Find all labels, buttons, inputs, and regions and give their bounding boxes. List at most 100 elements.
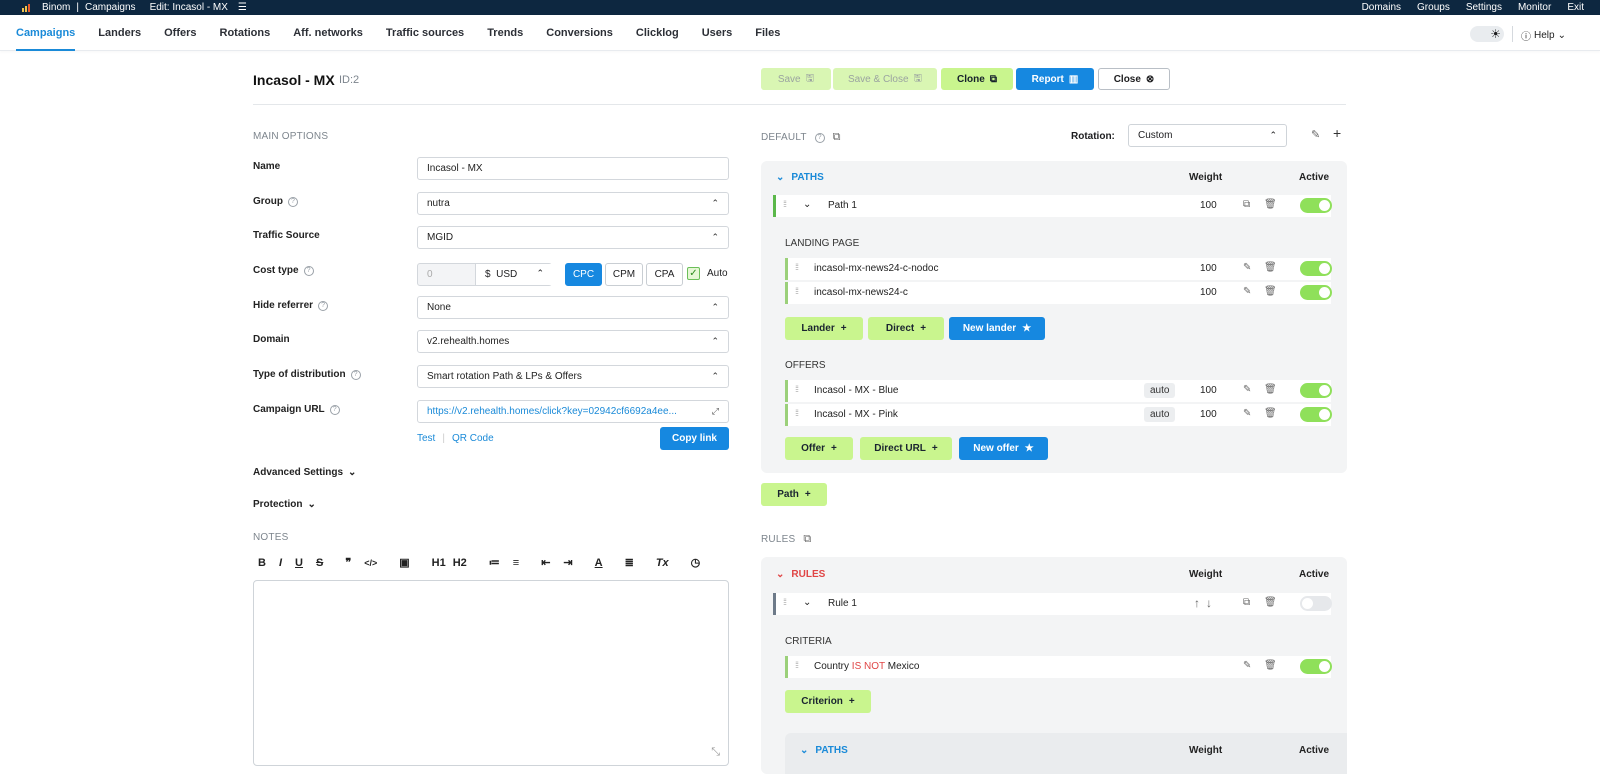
test-link[interactable]: Test bbox=[417, 433, 435, 444]
top-link-domains[interactable]: Domains bbox=[1362, 2, 1401, 13]
text-color-icon[interactable]: A bbox=[595, 557, 603, 569]
tab-trends[interactable]: Trends bbox=[487, 15, 523, 51]
report-button[interactable]: Report ▥ bbox=[1016, 68, 1094, 90]
resize-icon[interactable]: ⤡ bbox=[711, 746, 720, 759]
top-link-exit[interactable]: Exit bbox=[1567, 2, 1584, 13]
strikethrough-icon[interactable]: S bbox=[316, 557, 323, 569]
new-offer-button[interactable]: New offer ★ bbox=[959, 437, 1048, 460]
tab-offers[interactable]: Offers bbox=[164, 15, 196, 51]
notes-editor[interactable]: ⤡ bbox=[253, 580, 729, 766]
traffic-source-select[interactable]: MGID ⌃ bbox=[417, 226, 729, 249]
domain-select[interactable]: v2.rehealth.homes ⌃ bbox=[417, 330, 729, 353]
tab-conversions[interactable]: Conversions bbox=[546, 15, 613, 51]
cpc-option[interactable]: CPC bbox=[565, 263, 602, 286]
ordered-list-icon[interactable]: ≔ bbox=[489, 556, 500, 569]
rule-active-toggle[interactable] bbox=[1300, 596, 1332, 611]
indent-icon[interactable]: ⇥ bbox=[563, 556, 572, 569]
close-button[interactable]: Close ⊗ bbox=[1098, 68, 1170, 90]
underline-icon[interactable]: U bbox=[295, 557, 303, 569]
copy-link-button[interactable]: Copy link bbox=[660, 427, 729, 450]
criterion-row[interactable]: ⁞⁞ Country IS NOT Mexico ✎ 🗑 bbox=[785, 656, 1332, 678]
add-icon[interactable]: + bbox=[1333, 125, 1341, 141]
quote-icon[interactable]: ❞ bbox=[345, 556, 351, 569]
cost-input[interactable]: 0 bbox=[427, 269, 433, 280]
trash-icon[interactable]: 🗑 bbox=[1264, 597, 1277, 608]
edit-icon[interactable]: ✎ bbox=[1243, 660, 1251, 671]
name-input[interactable]: Incasol - MX bbox=[417, 157, 729, 180]
arrow-down-icon[interactable]: ↓ bbox=[1206, 596, 1212, 610]
drag-handle-icon[interactable]: ⁞⁞ bbox=[783, 199, 787, 209]
list-icon[interactable]: ☰ bbox=[238, 2, 247, 13]
offer-active-toggle[interactable] bbox=[1300, 383, 1332, 398]
copy-icon[interactable]: ⧉ bbox=[1243, 597, 1250, 608]
paths-heading[interactable]: ⌄ PATHS bbox=[776, 172, 824, 183]
trash-icon[interactable]: 🗑 bbox=[1264, 660, 1277, 671]
top-link-groups[interactable]: Groups bbox=[1417, 2, 1450, 13]
tab-clicklog[interactable]: Clicklog bbox=[636, 15, 679, 51]
chevron-down-icon[interactable]: ⌄ bbox=[803, 199, 811, 210]
app-name[interactable]: Binom bbox=[42, 2, 70, 13]
group-select[interactable]: nutra ⌃ bbox=[417, 192, 729, 215]
help-menu[interactable]: ⓘ Help ⌄ bbox=[1521, 28, 1566, 43]
tab-rotations[interactable]: Rotations bbox=[220, 15, 271, 51]
offer-row[interactable]: ⁞⁞ Incasol - MX - Pink auto 100 ✎ 🗑 bbox=[785, 404, 1332, 426]
clock-icon[interactable]: ◷ bbox=[691, 556, 701, 569]
tab-users[interactable]: Users bbox=[702, 15, 733, 51]
path-row[interactable]: ⁞⁞ ⌄ Path 1 100 ⧉ 🗑 bbox=[773, 195, 1332, 217]
lander-active-toggle[interactable] bbox=[1300, 285, 1332, 300]
tab-files[interactable]: Files bbox=[755, 15, 780, 51]
breadcrumb-campaigns[interactable]: Campaigns bbox=[85, 2, 136, 13]
lander-row[interactable]: ⁞⁞ incasol-mx-news24-c-nodoc 100 ✎ 🗑 bbox=[785, 258, 1332, 280]
qr-code-link[interactable]: QR Code bbox=[452, 433, 494, 444]
drag-handle-icon[interactable]: ⁞⁞ bbox=[795, 408, 799, 418]
edit-icon[interactable]: ✎ bbox=[1243, 262, 1251, 273]
tab-landers[interactable]: Landers bbox=[98, 15, 141, 51]
arrow-up-icon[interactable]: ↑ bbox=[1194, 596, 1200, 610]
save-button[interactable]: Save 🖫 bbox=[761, 68, 831, 90]
drag-handle-icon[interactable]: ⁞⁞ bbox=[795, 384, 799, 394]
distribution-select[interactable]: Smart rotation Path & LPs & Offers ⌃ bbox=[417, 365, 729, 388]
add-direct-button[interactable]: Direct + bbox=[868, 317, 944, 340]
save-close-button[interactable]: Save & Close 🖫 bbox=[833, 68, 937, 90]
align-icon[interactable]: ≣ bbox=[625, 556, 634, 569]
advanced-settings-toggle[interactable]: Advanced Settings ⌄ bbox=[253, 467, 356, 478]
offer-row[interactable]: ⁞⁞ Incasol - MX - Blue auto 100 ✎ 🗑 bbox=[785, 380, 1332, 402]
edit-icon[interactable]: ✎ bbox=[1311, 128, 1320, 141]
rule-paths-heading[interactable]: ⌄ PATHS bbox=[800, 745, 848, 756]
top-link-monitor[interactable]: Monitor bbox=[1518, 2, 1551, 13]
protection-toggle[interactable]: Protection ⌄ bbox=[253, 499, 316, 510]
clear-format-icon[interactable]: Tx bbox=[656, 557, 669, 569]
drag-handle-icon[interactable]: ⁞⁞ bbox=[795, 286, 799, 296]
rotation-select[interactable]: Custom ⌃ bbox=[1128, 124, 1287, 147]
add-offer-button[interactable]: Offer + bbox=[785, 437, 853, 460]
edit-icon[interactable]: ✎ bbox=[1243, 286, 1251, 297]
outdent-icon[interactable]: ⇤ bbox=[541, 556, 550, 569]
image-icon[interactable]: ▣ bbox=[399, 556, 409, 569]
path-active-toggle[interactable] bbox=[1300, 198, 1332, 213]
trash-icon[interactable]: 🗑 bbox=[1264, 408, 1277, 419]
lander-active-toggle[interactable] bbox=[1300, 261, 1332, 276]
trash-icon[interactable]: 🗑 bbox=[1264, 262, 1277, 273]
add-lander-button[interactable]: Lander + bbox=[785, 317, 863, 340]
trash-icon[interactable]: 🗑 bbox=[1264, 199, 1277, 210]
drag-handle-icon[interactable]: ⁞⁞ bbox=[783, 597, 787, 607]
new-lander-button[interactable]: New lander ★ bbox=[949, 317, 1045, 340]
drag-handle-icon[interactable]: ⁞⁞ bbox=[795, 660, 799, 670]
heading2-icon[interactable]: H2 bbox=[453, 557, 467, 569]
offer-active-toggle[interactable] bbox=[1300, 407, 1332, 422]
rule-row[interactable]: ⁞⁞ ⌄ Rule 1 ↑ ↓ ⧉ 🗑 bbox=[773, 593, 1332, 615]
trash-icon[interactable]: 🗑 bbox=[1264, 286, 1277, 297]
cost-field[interactable]: 0 $ USD ⌃ bbox=[417, 263, 552, 286]
heading1-icon[interactable]: H1 bbox=[432, 557, 446, 569]
add-direct-url-button[interactable]: Direct URL + bbox=[860, 437, 952, 460]
tab-aff-networks[interactable]: Aff. networks bbox=[293, 15, 363, 51]
tab-traffic-sources[interactable]: Traffic sources bbox=[386, 15, 464, 51]
bold-icon[interactable]: B bbox=[258, 557, 266, 569]
campaign-url-input[interactable]: https://v2.rehealth.homes/click?key=0294… bbox=[417, 400, 729, 423]
code-icon[interactable]: </> bbox=[364, 558, 377, 568]
trash-icon[interactable]: 🗑 bbox=[1264, 384, 1277, 395]
top-link-settings[interactable]: Settings bbox=[1466, 2, 1502, 13]
edit-icon[interactable]: ✎ bbox=[1243, 384, 1251, 395]
add-criterion-button[interactable]: Criterion + bbox=[785, 690, 871, 713]
rules-toggle-heading[interactable]: ⌄ RULES bbox=[776, 569, 825, 580]
